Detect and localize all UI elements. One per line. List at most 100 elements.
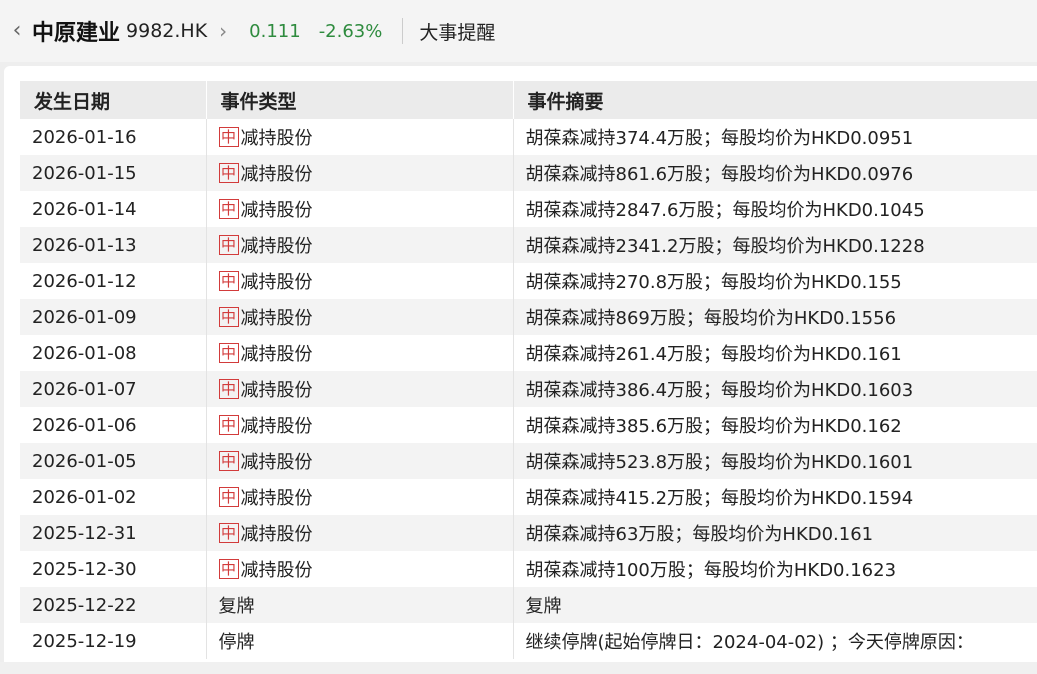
event-type: 减持股份 xyxy=(240,272,313,293)
table-body: 2026-01-16 中减持股份 胡葆森减持374.4万股；每股均价为HKD0.09… xyxy=(20,119,1037,659)
event-tag-badge: 中 xyxy=(218,559,239,579)
event-type: 停牌 xyxy=(218,632,255,653)
table-row[interactable]: 2026-01-12 中减持股份 胡葆森减持270.8万股；每股均价为HKD0.15… xyxy=(20,263,1037,299)
header-divider xyxy=(402,18,404,44)
event-type: 减持股份 xyxy=(240,524,313,545)
event-tag-badge: 中 xyxy=(218,163,239,183)
table-row[interactable]: 2026-01-02 中减持股份 胡葆森减持415.2万股；每股均价为HKD0.15… xyxy=(20,479,1037,515)
event-type-cell: 复牌 xyxy=(206,587,514,623)
table-row[interactable]: 2025-12-31 中减持股份 胡葆森减持63万股；每股均价为HKD0.161 xyxy=(20,515,1037,551)
event-type-cell: 中减持股份 xyxy=(206,443,514,479)
event-tag-badge: 中 xyxy=(218,271,239,291)
table-header-row: 发生日期 事件类型 事件摘要 xyxy=(20,81,1037,119)
event-type: 减持股份 xyxy=(240,344,313,365)
events-card: 发生日期 事件类型 事件摘要 2026-01-16 中减持股份 胡葆森减持374.4… xyxy=(4,66,1037,674)
event-summary: 胡葆森减持261.4万股；每股均价为HKD0.161 xyxy=(513,335,1037,371)
event-date: 2026-01-08 xyxy=(20,335,207,371)
event-date: 2026-01-13 xyxy=(20,227,207,263)
event-summary: 胡葆森减持386.4万股；每股均价为HKD0.1603 xyxy=(513,371,1037,407)
table-row[interactable]: 2026-01-06 中减持股份 胡葆森减持385.6万股；每股均价为HKD0.16… xyxy=(20,407,1037,443)
event-type-cell: 中减持股份 xyxy=(206,191,514,227)
event-summary: 胡葆森减持270.8万股；每股均价为HKD0.155 xyxy=(513,263,1037,299)
table-row[interactable]: 2026-01-08 中减持股份 胡葆森减持261.4万股；每股均价为HKD0.16… xyxy=(20,335,1037,371)
event-summary: 胡葆森减持385.6万股；每股均价为HKD0.162 xyxy=(513,407,1037,443)
events-table: 发生日期 事件类型 事件摘要 2026-01-16 中减持股份 胡葆森减持374.4… xyxy=(20,81,1037,659)
event-date: 2026-01-07 xyxy=(20,371,207,407)
event-tag-badge: 中 xyxy=(218,307,239,327)
event-summary: 胡葆森减持2341.2万股；每股均价为HKD0.1228 xyxy=(513,227,1037,263)
event-summary: 继续停牌(起始停牌日：2024-04-02) ；今天停牌原因： xyxy=(513,623,1037,659)
event-type: 减持股份 xyxy=(240,128,313,149)
table-row[interactable]: 2026-01-14 中减持股份 胡葆森减持2847.6万股；每股均价为HKD0.1… xyxy=(20,191,1037,227)
event-type: 减持股份 xyxy=(240,164,313,185)
event-summary: 胡葆森减持374.4万股；每股均价为HKD0.0951 xyxy=(513,119,1037,155)
column-header-date[interactable]: 发生日期 xyxy=(20,81,207,119)
column-header-summary[interactable]: 事件摘要 xyxy=(513,81,1037,119)
event-summary: 胡葆森减持63万股；每股均价为HKD0.161 xyxy=(513,515,1037,551)
event-summary: 胡葆森减持2847.6万股；每股均价为HKD0.1045 xyxy=(513,191,1037,227)
event-type-cell: 中减持股份 xyxy=(206,263,514,299)
section-title: 大事提醒 xyxy=(419,21,496,44)
event-type-cell: 中减持股份 xyxy=(206,155,514,191)
chevron-left-icon[interactable]: ‹ xyxy=(4,20,30,42)
table-row[interactable]: 2025-12-30 中减持股份 胡葆森减持100万股；每股均价为HKD0.1623 xyxy=(20,551,1037,587)
event-tag-badge: 中 xyxy=(218,379,239,399)
event-summary: 胡葆森减持861.6万股；每股均价为HKD0.0976 xyxy=(513,155,1037,191)
stock-change-percent: -2.63% xyxy=(318,20,383,42)
event-type: 复牌 xyxy=(218,596,255,617)
table-row[interactable]: 2026-01-07 中减持股份 胡葆森减持386.4万股；每股均价为HKD0.16… xyxy=(20,371,1037,407)
event-type: 减持股份 xyxy=(240,488,313,509)
event-summary: 胡葆森减持415.2万股；每股均价为HKD0.1594 xyxy=(513,479,1037,515)
event-tag-badge: 中 xyxy=(218,415,239,435)
event-tag-badge: 中 xyxy=(218,199,239,219)
table-row[interactable]: 2026-01-13 中减持股份 胡葆森减持2341.2万股；每股均价为HKD0.1… xyxy=(20,227,1037,263)
table-row[interactable]: 2025-12-19 停牌 继续停牌(起始停牌日：2024-04-02) ；今天停牌… xyxy=(20,623,1037,659)
event-type: 减持股份 xyxy=(240,416,313,437)
event-type-cell: 中减持股份 xyxy=(206,119,514,155)
event-date: 2026-01-06 xyxy=(20,407,207,443)
event-date: 2025-12-30 xyxy=(20,551,207,587)
stock-price: 0.111 xyxy=(249,20,301,42)
footer-strip xyxy=(0,662,1037,674)
event-tag-badge: 中 xyxy=(218,235,239,255)
event-type: 减持股份 xyxy=(240,452,313,473)
event-summary: 胡葆森减持523.8万股；每股均价为HKD0.1601 xyxy=(513,443,1037,479)
event-date: 2026-01-09 xyxy=(20,299,207,335)
event-tag-badge: 中 xyxy=(218,523,239,543)
page: ‹ 中原建业 9982.HK › 0.111 -2.63% 大事提醒 发生日期 … xyxy=(0,0,1037,674)
table-row[interactable]: 2026-01-05 中减持股份 胡葆森减持523.8万股；每股均价为HKD0.16… xyxy=(20,443,1037,479)
event-type-cell: 中减持股份 xyxy=(206,515,514,551)
chevron-right-icon[interactable]: › xyxy=(219,19,227,43)
event-type-cell: 中减持股份 xyxy=(206,299,514,335)
event-tag-badge: 中 xyxy=(218,451,239,471)
event-date: 2026-01-16 xyxy=(20,119,207,155)
event-date: 2026-01-15 xyxy=(20,155,207,191)
event-date: 2025-12-31 xyxy=(20,515,207,551)
event-type-cell: 中减持股份 xyxy=(206,479,514,515)
event-type-cell: 中减持股份 xyxy=(206,335,514,371)
event-date: 2026-01-14 xyxy=(20,191,207,227)
event-summary: 胡葆森减持869万股；每股均价为HKD0.1556 xyxy=(513,299,1037,335)
event-date: 2025-12-19 xyxy=(20,623,207,659)
event-tag-badge: 中 xyxy=(218,343,239,363)
event-tag-badge: 中 xyxy=(218,487,239,507)
table-row[interactable]: 2026-01-16 中减持股份 胡葆森减持374.4万股；每股均价为HKD0.09… xyxy=(20,119,1037,155)
event-type-cell: 中减持股份 xyxy=(206,551,514,587)
event-type-cell: 停牌 xyxy=(206,623,514,659)
event-tag-badge: 中 xyxy=(218,127,239,147)
event-date: 2025-12-22 xyxy=(20,587,207,623)
event-type: 减持股份 xyxy=(240,560,313,581)
column-header-type[interactable]: 事件类型 xyxy=(206,81,514,119)
stock-name: 中原建业 xyxy=(32,21,121,46)
table-row[interactable]: 2026-01-15 中减持股份 胡葆森减持861.6万股；每股均价为HKD0.09… xyxy=(20,155,1037,191)
event-type: 减持股份 xyxy=(240,308,313,329)
event-type-cell: 中减持股份 xyxy=(206,407,514,443)
event-type-cell: 中减持股份 xyxy=(206,371,514,407)
event-date: 2026-01-05 xyxy=(20,443,207,479)
event-type: 减持股份 xyxy=(240,236,313,257)
table-row[interactable]: 2025-12-22 复牌 复牌 xyxy=(20,587,1037,623)
event-type: 减持股份 xyxy=(240,200,313,221)
event-date: 2026-01-12 xyxy=(20,263,207,299)
table-row[interactable]: 2026-01-09 中减持股份 胡葆森减持869万股；每股均价为HKD0.1556 xyxy=(20,299,1037,335)
event-type: 减持股份 xyxy=(240,380,313,401)
